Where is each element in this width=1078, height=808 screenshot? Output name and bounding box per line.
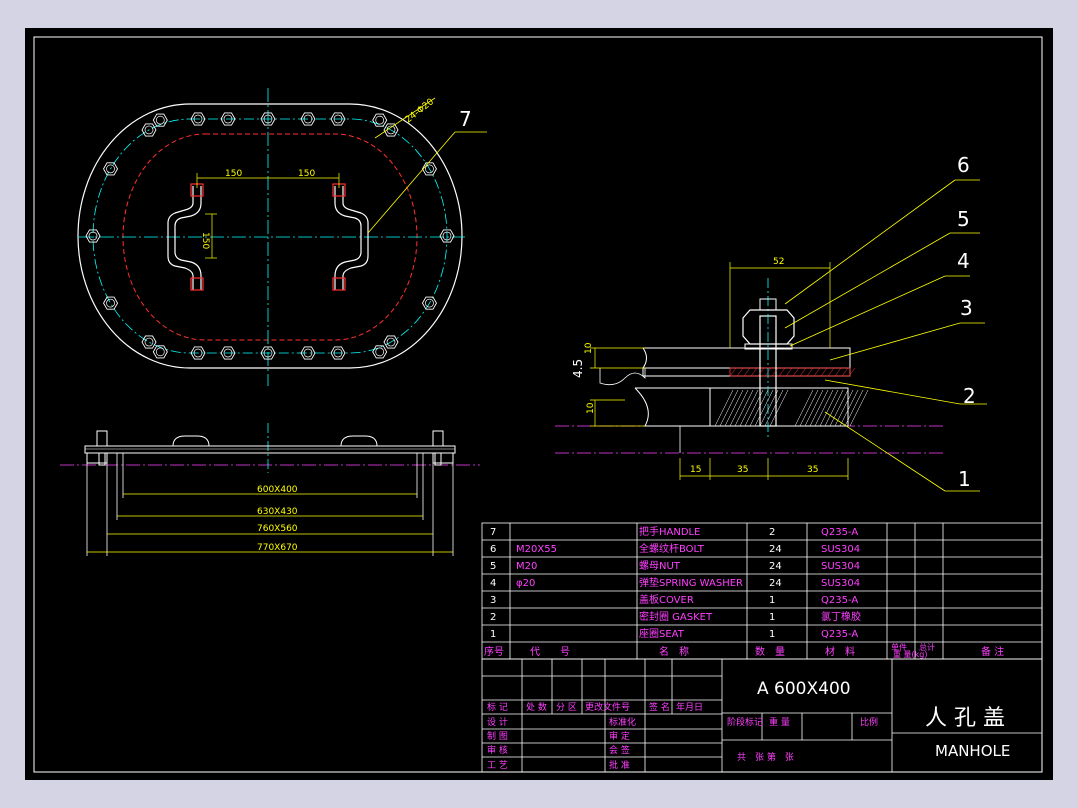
callout-4: 4 — [957, 249, 970, 273]
rev-sign-label: 签 名 — [649, 701, 670, 713]
section-view: 52 10 4.5 10 15 35 35 6 5 4 3 2 1 — [555, 153, 987, 492]
sheets-label: 共 张 第 张 — [737, 751, 794, 763]
bom-cell: 1 — [769, 612, 775, 623]
bom-cell: 弹垫SPRING WASHER — [639, 576, 743, 589]
bom-cell: 密封圈 GASKET — [639, 610, 713, 623]
bom-cell: Q235-A — [821, 527, 858, 538]
bom-header-cell: 备 注 — [981, 645, 1004, 658]
callout-3: 3 — [960, 296, 973, 320]
rev-date-label: 年月日 — [676, 701, 703, 713]
stage-label: 阶段标记 — [727, 716, 763, 728]
dim-150-left: 150 — [225, 169, 242, 179]
top-view: 150 150 150 24-Φ20 7 — [77, 88, 487, 386]
dim-52: 52 — [773, 257, 784, 267]
dim-760x560: 760X560 — [257, 524, 298, 534]
bolt-icon — [141, 335, 157, 349]
bolt-icon — [103, 162, 119, 176]
bom-cell: 6 — [490, 544, 496, 555]
role-approve: 审 定 — [609, 730, 630, 742]
bom-cell: 24 — [769, 561, 782, 572]
bom-cell: 全螺纹杆BOLT — [639, 542, 705, 555]
bom-header-cell: 序号 — [484, 645, 504, 658]
role-countersign: 会 签 — [609, 744, 630, 756]
bolt-icon — [372, 345, 388, 359]
bom-header-cell: 数 量 — [755, 645, 785, 658]
bom-cell: 4 — [490, 578, 496, 589]
bom-cell: 氯丁橡胶 — [821, 610, 861, 623]
bom-header-cell: 重 量(kg) — [893, 649, 928, 659]
rev-count-label: 处 数 — [526, 701, 547, 713]
callout-2: 2 — [963, 384, 976, 408]
scale-label: 比例 — [860, 716, 878, 728]
dim-630x430: 630X430 — [257, 507, 298, 517]
dim-600x400: 600X400 — [257, 485, 298, 495]
bom-cell: 盖板COVER — [639, 593, 694, 606]
bolt-icon — [152, 113, 168, 127]
bom-cell: 5 — [490, 561, 496, 572]
dim-35b: 35 — [807, 465, 818, 475]
frame-border — [33, 36, 1043, 773]
bom-cell: 3 — [490, 595, 496, 606]
bom-header-cell: 代 号 — [530, 646, 570, 658]
bom-cell: 1 — [769, 629, 775, 640]
dim-15: 15 — [690, 465, 701, 475]
role-process: 工 艺 — [487, 760, 508, 771]
dim-4-5: 4.5 — [571, 359, 585, 378]
model-number: A 600X400 — [757, 679, 851, 699]
role-check: 审 核 — [487, 744, 508, 756]
dim-10a: 10 — [584, 342, 594, 354]
rev-doc-label: 更改文件号 — [585, 701, 630, 713]
bom-table: 7 把手HANDLE 2 Q235-A6 M20X55 全螺纹杆BOLT 24 SUS3045… — [481, 522, 1043, 660]
bom-header-cell: 材 料 — [825, 645, 855, 658]
callout-6: 6 — [957, 153, 970, 177]
dim-150-right: 150 — [298, 169, 315, 179]
role-standard: 标准化 — [609, 716, 636, 728]
side-view: 600X400 630X430 760X560 770X670 — [60, 423, 480, 556]
bom-cell: 把手HANDLE — [639, 525, 700, 538]
bom-cell: 2 — [490, 612, 496, 623]
bom-cell: 1 — [490, 629, 496, 640]
dim-hole-spec: 24-Φ20 — [404, 97, 437, 126]
bom-cell: 24 — [769, 544, 782, 555]
bom-cell: 1 — [769, 595, 775, 606]
dim-770x670: 770X670 — [257, 543, 298, 553]
dim-35a: 35 — [737, 465, 748, 475]
bolt-icon — [372, 113, 388, 127]
bom-cell: Q235-A — [821, 629, 858, 640]
bom-cell: φ20 — [516, 578, 535, 589]
role-design: 设 计 — [487, 716, 508, 728]
title-en: MANHOLE — [935, 742, 1010, 760]
bolt-icon — [103, 296, 119, 310]
dim-10b: 10 — [586, 402, 596, 414]
bom-cell: SUS304 — [821, 544, 860, 555]
title-cn: 人 孔 盖 — [925, 706, 1005, 731]
bom-cell: Q235-A — [821, 595, 858, 606]
callout-5: 5 — [957, 207, 970, 231]
bom-cell: M20X55 — [516, 544, 557, 555]
rev-zone-label: 分 区 — [556, 702, 577, 713]
callout-7: 7 — [459, 107, 472, 131]
callout-1: 1 — [958, 467, 971, 491]
bom-header-cell: 名 称 — [659, 645, 689, 658]
bolt-icon — [152, 345, 168, 359]
role-ratify: 批 准 — [609, 759, 630, 771]
bom-cell: 7 — [490, 527, 496, 538]
role-draw: 制 图 — [487, 730, 508, 742]
bom-cell: 座圈SEAT — [639, 627, 685, 640]
bom-cell: 24 — [769, 578, 782, 589]
drawing-canvas: 150 150 150 24-Φ20 7 600X400 630X430 760… — [25, 28, 1053, 780]
dim-150-height: 150 — [200, 232, 210, 249]
bom-cell: SUS304 — [821, 561, 860, 572]
bom-cell: SUS304 — [821, 578, 860, 589]
rev-mark-label: 标 记 — [487, 701, 508, 713]
weight-label: 重 量 — [769, 716, 790, 728]
bom-cell: M20 — [516, 561, 537, 572]
bom-cell: 2 — [769, 527, 775, 538]
bom-cell: 螺母NUT — [639, 560, 681, 572]
